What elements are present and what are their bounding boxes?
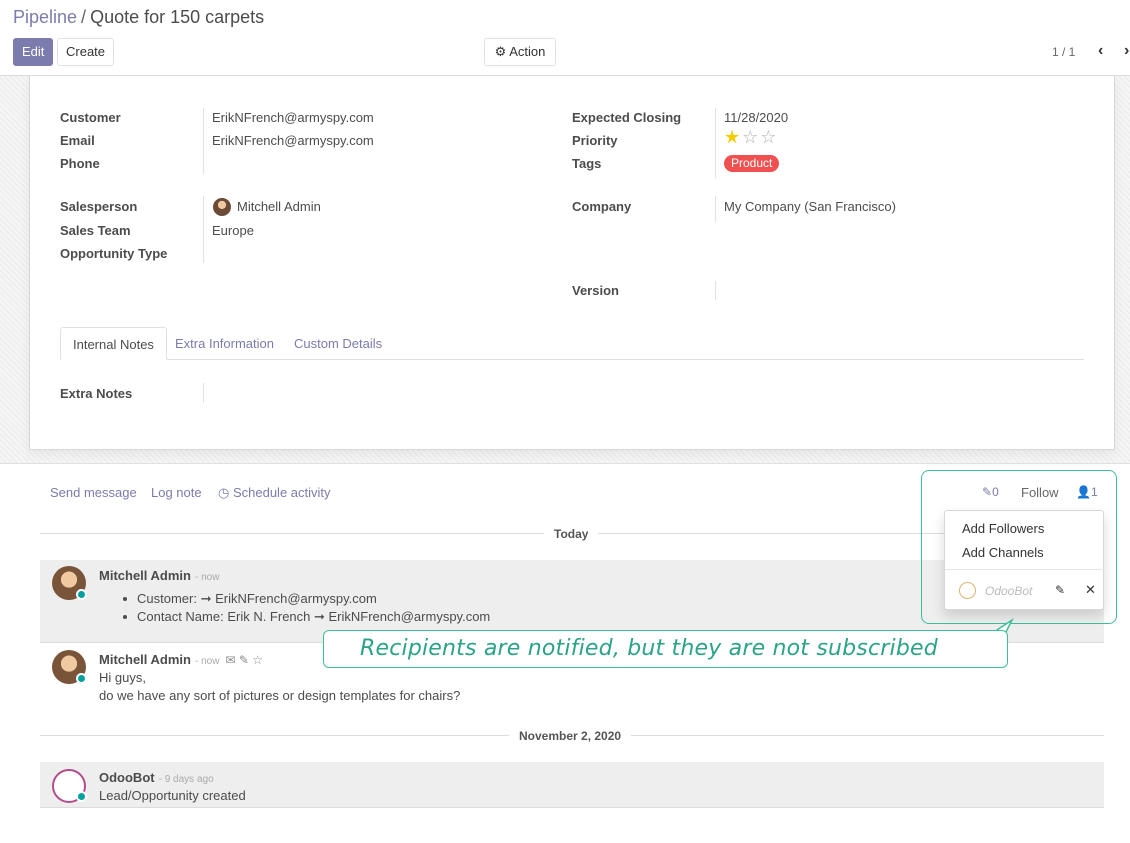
field-divider — [203, 196, 204, 263]
message-body-line: Hi guys, — [99, 670, 146, 685]
breadcrumb-separator: / — [81, 7, 87, 27]
sales-team-label: Sales Team — [60, 223, 131, 238]
email-value[interactable]: ErikNFrench@armyspy.com — [212, 133, 374, 148]
callout-bubble: Recipients are notified, but they are no… — [323, 630, 1008, 668]
action-button[interactable]: ⚙ Action — [484, 38, 556, 66]
expected-closing-label: Expected Closing — [572, 110, 682, 125]
gear-icon: ⚙ — [494, 44, 507, 59]
control-panel: Pipeline / Quote for 150 carpets Edit Crea… — [0, 0, 1130, 76]
version-label: Version — [572, 283, 619, 298]
opportunity-type-label: Opportunity Type — [60, 246, 168, 261]
schedule-activity-button[interactable]: ◷ Schedule activity — [218, 485, 331, 501]
tag-badge[interactable]: Product — [724, 155, 780, 172]
follower-name[interactable]: OdooBot — [985, 584, 1032, 598]
pager-value[interactable]: 1 / 1 — [1052, 45, 1075, 59]
company-label: Company — [572, 199, 632, 214]
message-body-line: Lead/Opportunity created — [99, 788, 246, 803]
message-notification: OdooBot - 9 days ago Lead/Opportunity cre… — [40, 762, 1104, 808]
message-author[interactable]: Mitchell Admin - now ✉ ✎ ☆ — [99, 652, 263, 667]
envelope-icon[interactable]: ✉ — [225, 653, 235, 667]
list-bullet — [123, 615, 127, 619]
phone-label: Phone — [60, 156, 100, 171]
presence-indicator — [76, 589, 87, 600]
message-body-line: do we have any sort of pictures or desig… — [99, 688, 461, 703]
message-author[interactable]: OdooBot - 9 days ago — [99, 770, 214, 785]
log-note-button[interactable]: Log note — [151, 485, 202, 500]
tab-internal-notes[interactable]: Internal Notes — [60, 327, 167, 360]
message-author-name: OdooBot — [99, 770, 155, 785]
notebook-tabs: Internal Notes Extra Information Custom … — [60, 327, 1084, 360]
tags-label: Tags — [572, 156, 602, 171]
edit-icon[interactable]: ✎ — [239, 653, 249, 667]
salesperson-value[interactable]: Mitchell Admin — [237, 199, 321, 214]
form-sheet: Customer ErikNFrench@armyspy.com Email E… — [29, 76, 1115, 450]
priority-label: Priority — [572, 133, 618, 148]
chevron-right-icon[interactable]: › — [1124, 42, 1129, 60]
message-author-name: Mitchell Admin — [99, 652, 191, 667]
presence-indicator — [76, 673, 87, 684]
add-channels-item[interactable]: Add Channels — [962, 545, 1044, 560]
message-actions: ✉ ✎ ☆ — [225, 653, 263, 667]
breadcrumb-pipeline-link[interactable]: Pipeline — [13, 7, 77, 27]
message-author[interactable]: Mitchell Admin - now — [99, 568, 219, 583]
presence-indicator — [76, 791, 87, 802]
tab-extra-information[interactable]: Extra Information — [163, 327, 286, 360]
pencil-icon[interactable]: ✎ — [1055, 583, 1065, 597]
tracking-value-contact: Contact Name: Erik N. French ➞ ErikNFren… — [137, 609, 491, 624]
date-separator-today: Today — [544, 527, 599, 541]
field-divider — [715, 281, 716, 300]
clock-icon: ◷ — [218, 485, 230, 500]
date-separator-november: November 2, 2020 — [509, 729, 632, 743]
close-icon[interactable]: ✕ — [1085, 582, 1096, 598]
star-empty-icon[interactable]: ☆ — [252, 653, 263, 667]
customer-value[interactable]: ErikNFrench@armyspy.com — [212, 110, 374, 125]
field-divider — [203, 108, 204, 174]
extra-notes-label: Extra Notes — [60, 386, 133, 401]
tracking-value-customer: Customer: ➞ ErikNFrench@armyspy.com — [137, 591, 377, 606]
send-message-button[interactable]: Send message — [50, 485, 137, 500]
star-empty-icon[interactable]: ☆ — [760, 127, 778, 147]
message-date: - now — [194, 572, 220, 583]
callout-text: Recipients are notified, but they are no… — [360, 636, 938, 661]
message-date: - 9 days ago — [158, 774, 214, 785]
message-author-name: Mitchell Admin — [99, 568, 191, 583]
field-divider — [715, 108, 716, 178]
priority-stars: ★☆☆ — [724, 127, 778, 148]
add-followers-item[interactable]: Add Followers — [962, 521, 1044, 536]
expected-closing-value: 11/28/2020 — [724, 110, 789, 125]
tab-custom-details[interactable]: Custom Details — [282, 327, 394, 360]
edit-button[interactable]: Edit — [13, 38, 54, 66]
customer-label: Customer — [60, 110, 121, 125]
email-label: Email — [60, 133, 95, 148]
sales-team-value[interactable]: Europe — [212, 223, 254, 238]
star-filled-icon[interactable]: ★ — [724, 127, 742, 147]
field-divider — [715, 196, 716, 222]
breadcrumb: Pipeline / Quote for 150 carpets — [13, 7, 264, 28]
salesperson-avatar — [213, 198, 231, 216]
field-divider — [203, 383, 204, 403]
followers-dropdown: Add Followers Add Channels OdooBot ✎ ✕ — [944, 510, 1105, 610]
breadcrumb-current: Quote for 150 carpets — [90, 7, 265, 27]
create-button[interactable]: Create — [57, 38, 115, 66]
company-value[interactable]: My Company (San Francisco) — [724, 199, 896, 214]
follower-avatar — [959, 582, 976, 599]
salesperson-label: Salesperson — [60, 199, 138, 214]
star-empty-icon[interactable]: ☆ — [742, 127, 760, 147]
action-button-label: Action — [509, 44, 546, 59]
message-date: - now — [194, 656, 220, 667]
list-bullet — [123, 597, 127, 601]
schedule-activity-label: Schedule activity — [232, 485, 331, 500]
dropdown-divider — [945, 569, 1105, 570]
chevron-left-icon[interactable]: ‹ — [1098, 42, 1103, 60]
